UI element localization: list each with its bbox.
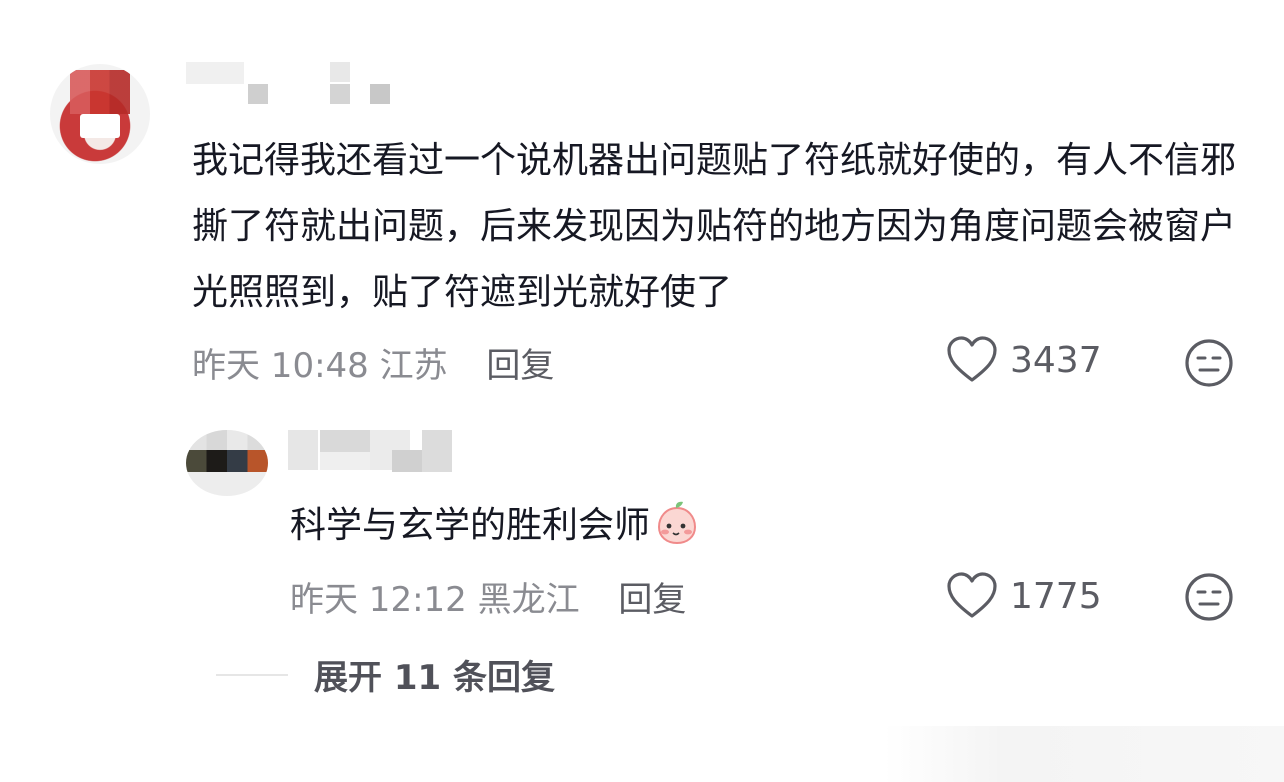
comment-meta: 昨天 10:48 江苏 回复 xyxy=(192,338,554,387)
comment-text: 我记得我还看过一个说机器出问题贴了符纸就好使的，有人不信邪撕了符就出问题，后来发… xyxy=(192,140,1237,313)
comment-like-button[interactable]: 3437 xyxy=(946,336,1102,384)
reply-reply-button[interactable]: 回复 xyxy=(618,580,686,620)
blushing-peach-emoji xyxy=(658,501,697,545)
expand-label: 展开 11 条回复 xyxy=(314,658,555,698)
comment-like-count: 3437 xyxy=(1010,339,1102,381)
comment-time: 昨天 10:48 xyxy=(192,346,369,386)
reply-like-button[interactable]: 1775 xyxy=(946,572,1102,620)
comment-location: 江苏 xyxy=(379,346,448,386)
comment-reply-button[interactable]: 回复 xyxy=(486,346,554,386)
avatar-mosaic-stripe xyxy=(186,450,268,472)
commenter-avatar[interactable] xyxy=(50,64,150,164)
expand-divider xyxy=(216,673,288,676)
heart-outline-icon xyxy=(947,572,997,618)
avatar-mosaic-white xyxy=(80,114,120,138)
replier-avatar[interactable] xyxy=(186,430,268,496)
avatar-mosaic xyxy=(70,70,130,114)
reply-time: 昨天 12:12 xyxy=(290,580,467,620)
reply-location: 黑龙江 xyxy=(477,580,580,620)
reply-meta: 昨天 12:12 黑龙江 回复 xyxy=(290,572,686,621)
reply-text: 科学与玄学的胜利会师 xyxy=(290,505,651,546)
reply-like-count: 1775 xyxy=(1010,575,1102,617)
watermark-blur xyxy=(884,726,1284,782)
neutral-face-icon[interactable] xyxy=(1184,572,1234,622)
heart-outline-icon xyxy=(947,336,997,382)
avatar-mosaic-top xyxy=(186,430,268,450)
reply-text-line: 科学与玄学的胜利会师 xyxy=(290,496,700,556)
neutral-face-icon[interactable] xyxy=(1184,338,1234,388)
expand-replies-button[interactable]: 展开 11 条回复 xyxy=(216,650,555,699)
